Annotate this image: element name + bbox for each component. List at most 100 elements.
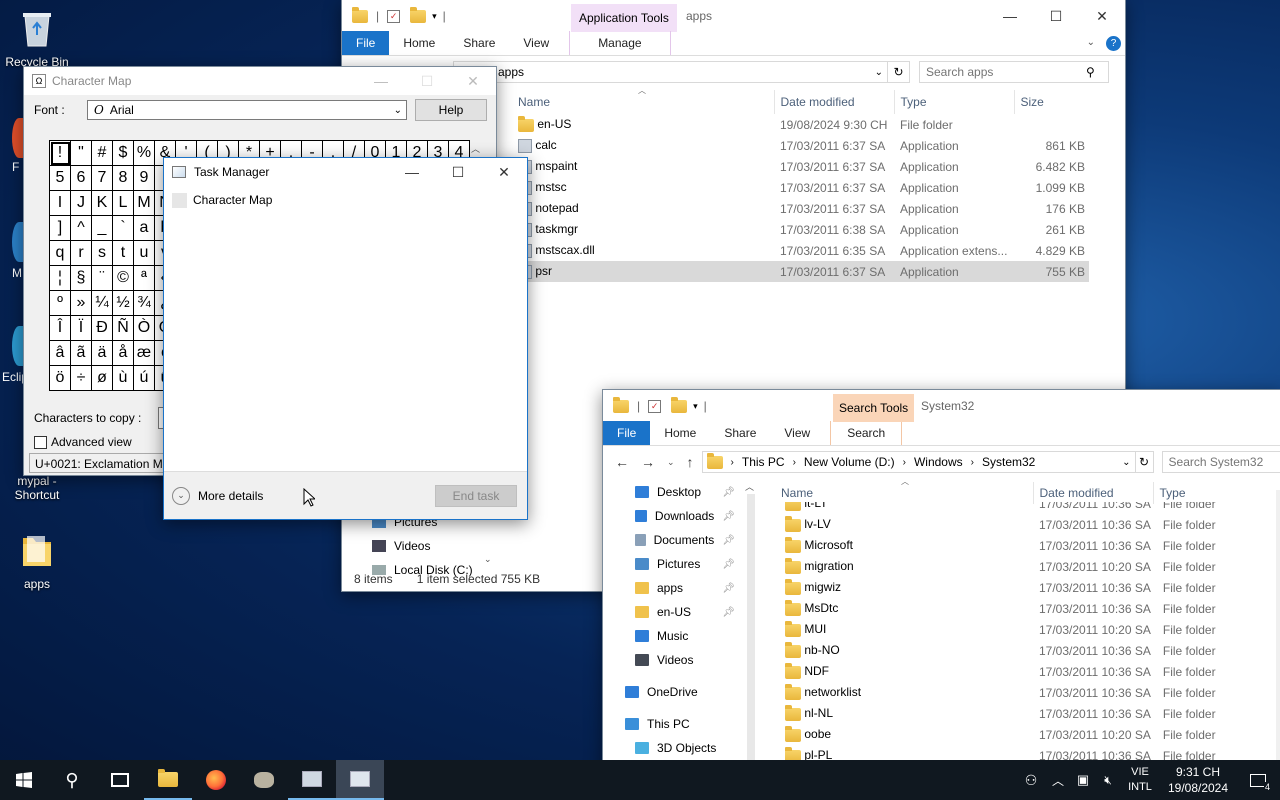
breadcrumb-item[interactable]: This PC [742,455,785,469]
char-cell[interactable]: u [134,241,155,266]
desktop-icon-recycle-bin[interactable]: Recycle Bin [0,8,74,69]
new-folder-icon[interactable] [410,6,427,23]
char-cell[interactable]: Ñ [113,316,134,341]
chevron-down-icon[interactable]: ⌄ [1122,457,1130,468]
breadcrumb-item[interactable]: New Volume (D:) [804,455,895,469]
file-row[interactable]: nb-NO 17/03/2011 10:36 SA File folder [777,640,1280,661]
char-cell[interactable]: t [113,241,134,266]
file-row[interactable]: networklist 17/03/2011 10:36 SA File folde… [777,682,1280,703]
char-cell[interactable]: Î [50,316,71,341]
file-row[interactable]: taskmgr 17/03/2011 6:38 SA Application 261 … [514,219,1089,240]
close-button[interactable]: ✕ [450,66,496,96]
maximize-button[interactable]: ☐ [435,157,481,187]
char-cell[interactable]: I [50,191,71,216]
char-cell[interactable]: 5 [50,166,71,191]
char-cell[interactable]: Ï [71,316,92,341]
column-header-name[interactable]: Name [514,90,774,114]
char-cell[interactable]: ù [113,366,134,391]
file-row[interactable]: psr 17/03/2011 6:37 SA Application 755 KB [514,261,1089,282]
taskbar-mypal[interactable] [240,760,288,800]
tab-share[interactable]: Share [449,31,509,55]
nav-item[interactable]: Videos [372,534,502,558]
file-row[interactable]: lt-LT 17/03/2011 10:36 SA File folder [777,502,1280,514]
desktop-icon-apps[interactable]: apps [0,530,74,591]
char-cell[interactable]: 9 [134,166,155,191]
end-task-button[interactable]: End task [435,484,517,507]
tab-share[interactable]: Share [710,421,770,445]
char-cell[interactable]: » [71,291,92,316]
char-cell[interactable]: ã [71,341,92,366]
file-row[interactable]: MUI 17/03/2011 10:20 SA File folder [777,619,1280,640]
char-cell[interactable]: J [71,191,92,216]
char-cell[interactable]: L [113,191,134,216]
file-row[interactable]: mstscax.dll 17/03/2011 6:35 SA Application… [514,240,1089,261]
char-cell[interactable]: # [92,141,113,166]
maximize-button[interactable]: ☐ [1033,1,1079,31]
char-cell[interactable]: Đ [92,316,113,341]
breadcrumb-item[interactable]: Windows [914,455,963,469]
grid-scroll-up-icon[interactable]: ︿ [471,142,480,155]
file-row[interactable]: migration 17/03/2011 10:20 SA File folder [777,556,1280,577]
people-icon[interactable]: ⚇ [1016,772,1046,789]
char-cell[interactable]: % [134,141,155,166]
nav-item[interactable]: Music [603,624,743,648]
chevron-down-icon[interactable]: ⌄ [875,67,883,78]
file-row[interactable]: lv-LV 17/03/2011 10:36 SA File folder [777,514,1280,535]
refresh-button[interactable]: ↻ [888,61,910,83]
char-cell[interactable]: § [71,266,92,291]
taskbar-task-manager[interactable] [336,760,384,800]
nav-item[interactable]: apps 📌︎ [603,576,743,600]
char-cell[interactable]: ` [113,216,134,241]
tab-file[interactable]: File [603,421,651,445]
char-cell[interactable]: Ò [134,316,155,341]
search-input[interactable] [926,65,1086,79]
volume-muted-icon[interactable]: 🔇︎ [1096,773,1120,788]
file-row[interactable]: en-US 19/08/2024 9:30 CH File folder [514,114,1089,135]
up-icon[interactable]: ↑ [687,454,694,470]
title-bar[interactable]: | ✓ ▾ | Application Tools apps — ☐ ✕ [342,0,1125,32]
recent-locations-icon[interactable]: ⌄ [667,457,675,468]
char-cell[interactable]: 7 [92,166,113,191]
char-cell[interactable]: ! [50,141,71,166]
taskbar-firefox[interactable] [192,760,240,800]
column-header-date[interactable]: Date modified [1032,482,1153,504]
tab-search[interactable]: Search [830,421,903,445]
search-box[interactable]: ⚲ [919,61,1109,83]
char-cell[interactable]: å [113,341,134,366]
nav-item[interactable]: Documents 📌︎ [603,528,743,552]
search-input[interactable] [1168,455,1277,469]
address-bar[interactable]: › This PC › New Volume (D:) › Windows › … [701,451,1136,473]
char-cell[interactable]: 8 [113,166,134,191]
nav-item[interactable]: 3D Objects [603,736,743,760]
char-cell[interactable]: 6 [71,166,92,191]
char-cell[interactable]: ø [92,366,113,391]
advanced-view-checkbox[interactable] [34,435,47,449]
taskbar-character-map[interactable] [288,760,336,800]
nav-scroll-down-icon[interactable]: ⌄ [484,554,492,565]
char-cell[interactable]: s [92,241,113,266]
char-cell[interactable]: ú [134,366,155,391]
char-cell[interactable]: M [134,191,155,216]
char-cell[interactable]: " [71,141,92,166]
char-cell[interactable]: ÷ [71,366,92,391]
nav-item[interactable]: Pictures 📌︎ [603,552,743,576]
start-button[interactable] [0,760,48,800]
back-icon[interactable]: ← [615,454,629,470]
tab-home[interactable]: Home [389,31,449,55]
nav-scrollbar[interactable] [747,494,755,784]
properties-icon[interactable]: ✓ [387,9,401,23]
maximize-button[interactable]: ☐ [404,66,450,96]
nav-item[interactable]: en-US 📌︎ [603,600,743,624]
char-cell[interactable]: K [92,191,113,216]
action-center-button[interactable]: 4 [1236,760,1280,800]
file-row[interactable]: mspaint 17/03/2011 6:37 SA Application 6.48… [514,156,1089,177]
search-button[interactable]: ⚲ [48,760,96,800]
char-cell[interactable]: ] [50,216,71,241]
char-cell[interactable]: ö [50,366,71,391]
taskbar-file-explorer[interactable] [144,760,192,800]
char-cell[interactable]: $ [113,141,134,166]
tab-file[interactable]: File [342,31,390,55]
file-row[interactable]: oobe 17/03/2011 10:20 SA File folder [777,724,1280,745]
advanced-view-row[interactable]: Advanced view [34,435,132,449]
new-folder-icon[interactable] [671,396,688,413]
